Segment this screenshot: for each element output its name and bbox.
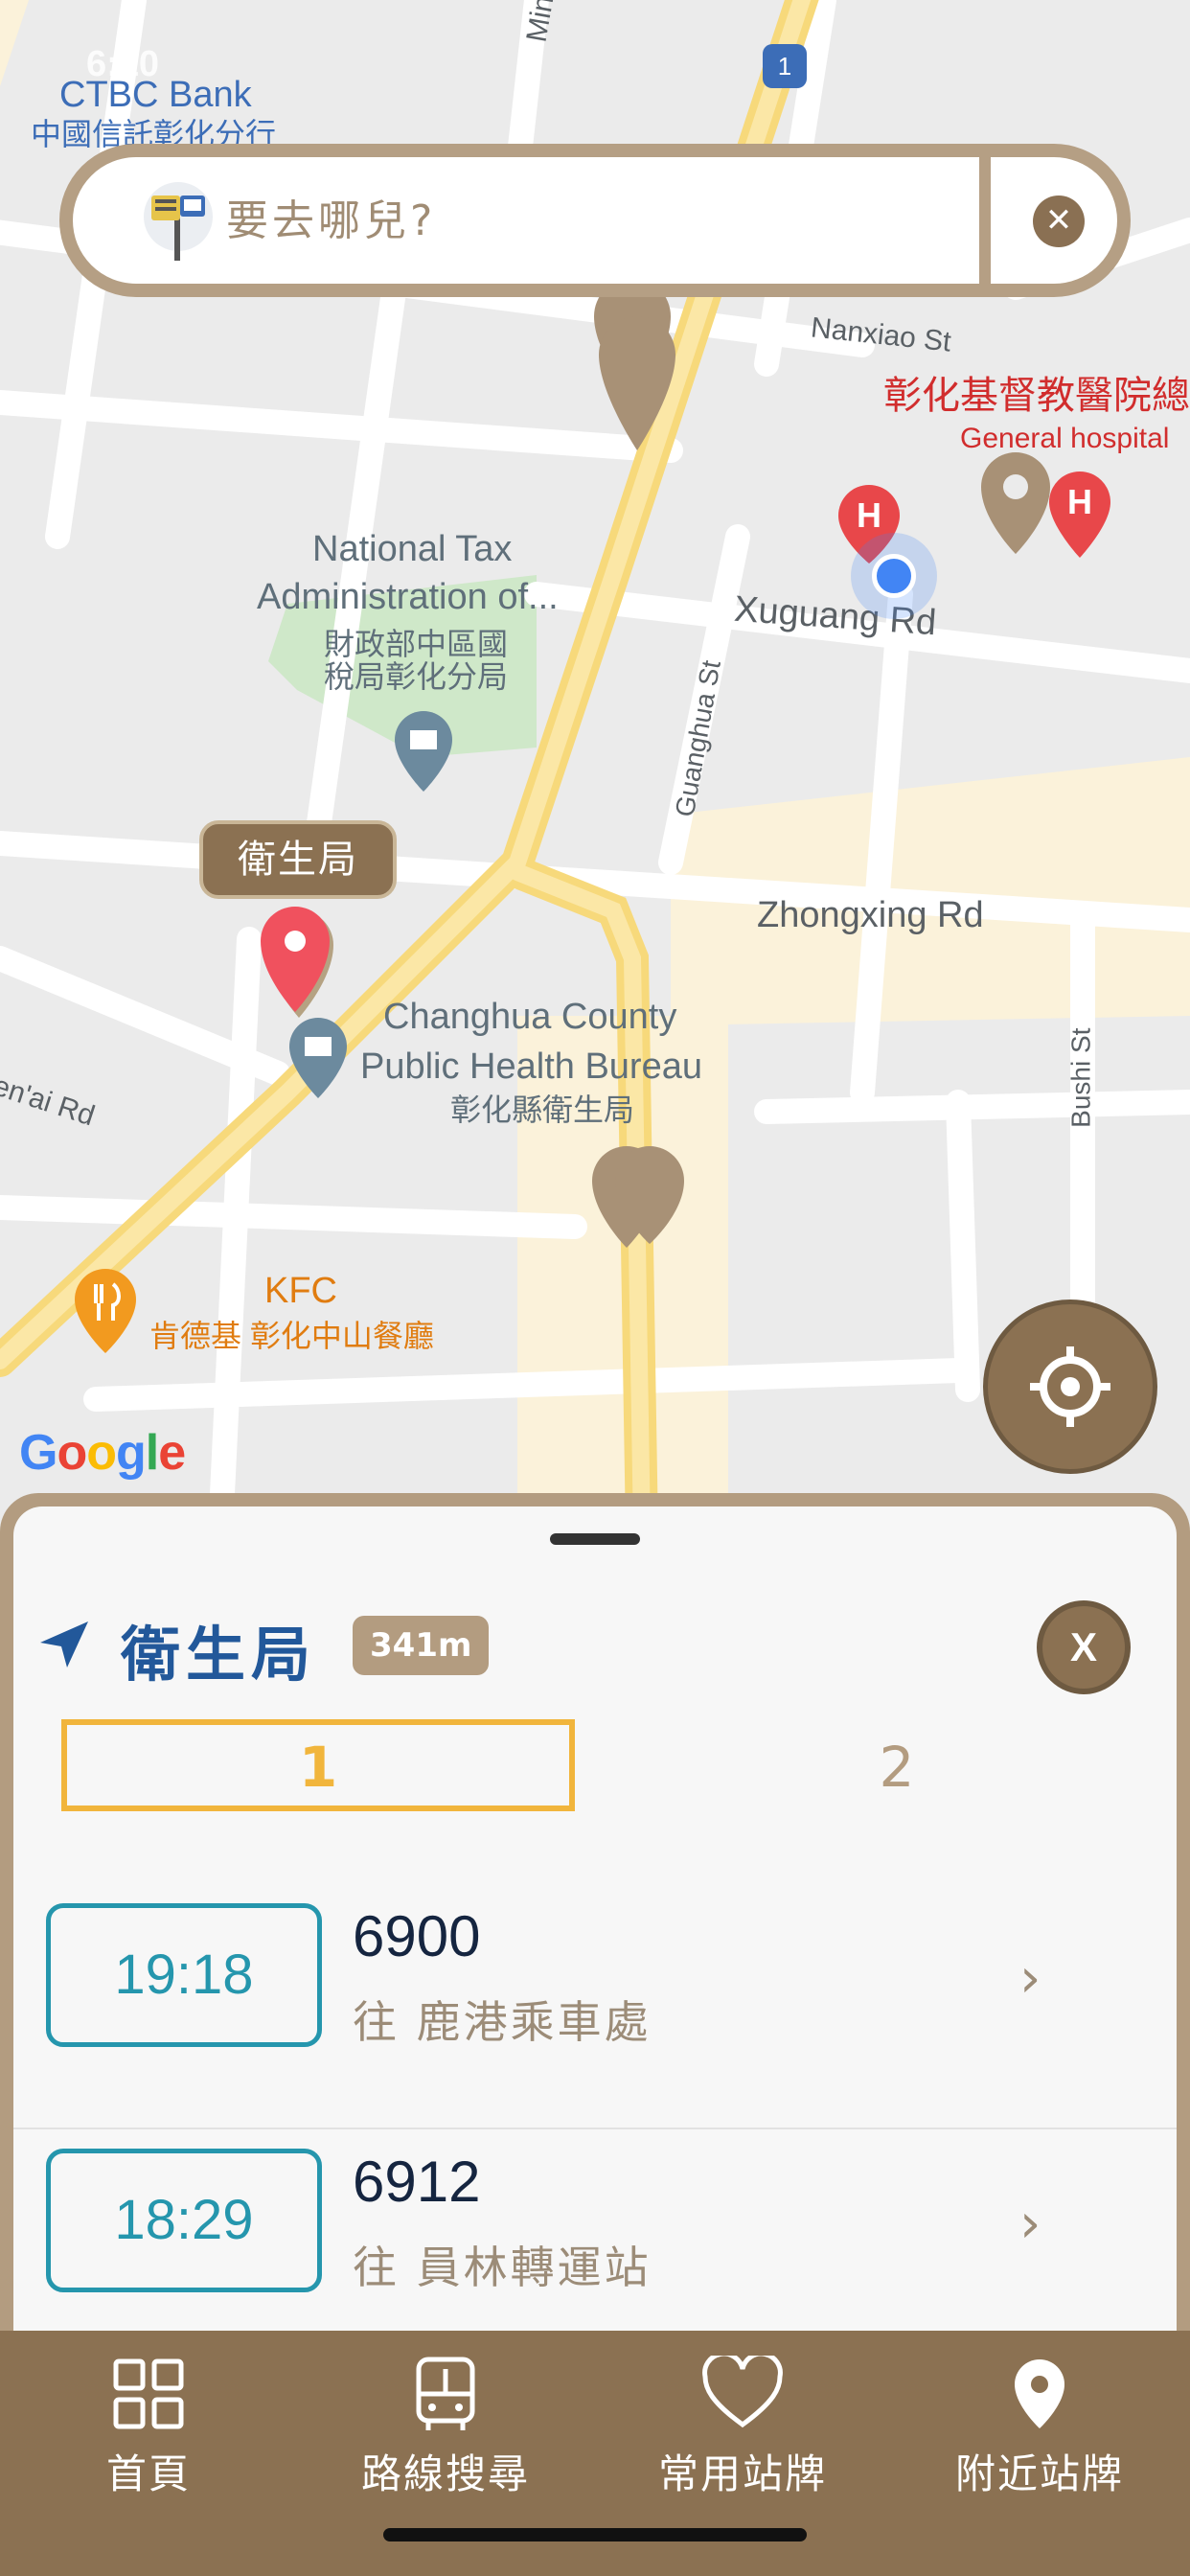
bus-stop-pin-cluster-icon[interactable] bbox=[588, 1144, 688, 1250]
map-label-tax-admin-zh-2: 稅局彰化分局 bbox=[324, 659, 509, 694]
navigation-arrow-icon bbox=[40, 1622, 88, 1668]
tab-favorite-stops-label: 常用站牌 bbox=[657, 2450, 827, 2497]
arrival-time: 19:18 bbox=[46, 1903, 322, 2047]
government-poi-icon bbox=[289, 1018, 347, 1098]
locate-me-button[interactable] bbox=[983, 1300, 1157, 1474]
map-label-zhongxing-rd: Zhongxing Rd bbox=[757, 895, 984, 935]
status-bar-time: 6:10 bbox=[86, 44, 160, 84]
chevron-right-icon: › bbox=[1019, 1947, 1041, 2010]
grid-icon bbox=[113, 2358, 184, 2429]
route-number: 6900 bbox=[353, 1904, 481, 1968]
selected-stop-tag[interactable]: 衛生局 bbox=[199, 820, 397, 899]
arrival-time: 18:29 bbox=[46, 2149, 322, 2292]
close-sheet-button[interactable]: X bbox=[1037, 1600, 1131, 1694]
map-label-hospital-en: General hospital bbox=[960, 423, 1170, 454]
selected-stop-pin-icon[interactable] bbox=[257, 905, 333, 1020]
tab-favorite-stops[interactable]: 常用站牌 bbox=[594, 2344, 891, 2536]
svg-text:H: H bbox=[857, 495, 881, 535]
stop-title: 衛生局 bbox=[121, 1620, 317, 1690]
svg-text:H: H bbox=[1067, 482, 1092, 521]
tab-route-search[interactable]: 路線搜尋 bbox=[297, 2344, 594, 2536]
tab-home-label: 首頁 bbox=[105, 2450, 191, 2497]
google-logo: Google bbox=[19, 1425, 186, 1481]
current-location-dot bbox=[872, 554, 916, 598]
tab-route-search-label: 路線搜尋 bbox=[360, 2450, 530, 2497]
map-label-health-bureau-en-2: Public Health Bureau bbox=[360, 1046, 702, 1087]
route-row[interactable]: 19:18 6900 往 鹿港乘車處 › bbox=[13, 1884, 1177, 2129]
clear-search-button[interactable]: ✕ bbox=[1033, 196, 1085, 247]
crosshair-icon bbox=[1030, 1346, 1110, 1427]
route-row[interactable]: 18:29 6912 往 員林轉運站 › bbox=[13, 2129, 1177, 2336]
route-number: 6912 bbox=[353, 2150, 481, 2214]
highway-shield-badge: 1 bbox=[763, 44, 807, 88]
search-bar[interactable]: ✕ bbox=[59, 144, 1131, 297]
search-input[interactable] bbox=[226, 184, 954, 257]
tab-direction-1[interactable]: 1 bbox=[61, 1719, 575, 1811]
chevron-right-icon: › bbox=[1019, 2193, 1041, 2255]
tab-nearby-stops-label: 附近站牌 bbox=[954, 2450, 1124, 2497]
heart-icon bbox=[702, 2356, 783, 2428]
home-indicator bbox=[383, 2528, 807, 2542]
stop-detail-sheet: 衛生局 341m X 1 2 19:18 6900 往 鹿港乘車處 › 18:2… bbox=[0, 1493, 1190, 2336]
sheet-content: 衛生局 341m X 1 2 19:18 6900 往 鹿港乘車處 › 18:2… bbox=[13, 1506, 1177, 2336]
tab-direction-2[interactable]: 2 bbox=[640, 1719, 1154, 1811]
map-label-tax-admin-en-1: National Tax bbox=[312, 529, 513, 569]
map-label-tax-admin-en-2: Administration of... bbox=[257, 577, 559, 617]
map-label-health-bureau-zh: 彰化縣衛生局 bbox=[450, 1092, 635, 1127]
map-label-kfc-en: KFC bbox=[264, 1271, 337, 1311]
tab-home[interactable]: 首頁 bbox=[0, 2344, 297, 2536]
map-label-health-bureau-en-1: Changhua County bbox=[383, 997, 677, 1037]
bus-stop-pin-icon[interactable] bbox=[977, 450, 1054, 556]
close-icon: ✕ bbox=[1044, 201, 1073, 240]
tab-nearby-stops[interactable]: 附近站牌 bbox=[891, 2344, 1188, 2536]
distance-badge: 341m bbox=[353, 1616, 490, 1675]
map-label-kfc-zh: 肯德基 彰化中山餐廳 bbox=[149, 1319, 434, 1353]
bus-stop-sign-icon bbox=[144, 182, 213, 261]
search-divider bbox=[979, 157, 991, 284]
government-poi-icon bbox=[395, 711, 452, 792]
route-destination: 往 鹿港乘車處 bbox=[353, 1996, 652, 2048]
bus-stop-pin-cluster-icon[interactable] bbox=[584, 278, 680, 460]
location-pin-icon bbox=[1015, 2359, 1064, 2428]
map-label-bushi-st: Bushi St bbox=[1065, 1027, 1096, 1128]
restaurant-poi-icon bbox=[75, 1269, 136, 1353]
route-destination: 往 員林轉運站 bbox=[353, 2242, 652, 2293]
sheet-drag-handle[interactable] bbox=[550, 1533, 640, 1545]
map-label-tax-admin-zh-1: 財政部中區國 bbox=[324, 627, 509, 661]
bus-icon bbox=[416, 2357, 475, 2430]
hospital-marker-icon: H bbox=[1049, 472, 1110, 558]
map-label-hospital-zh: 彰化基督教醫院總 bbox=[883, 375, 1190, 417]
